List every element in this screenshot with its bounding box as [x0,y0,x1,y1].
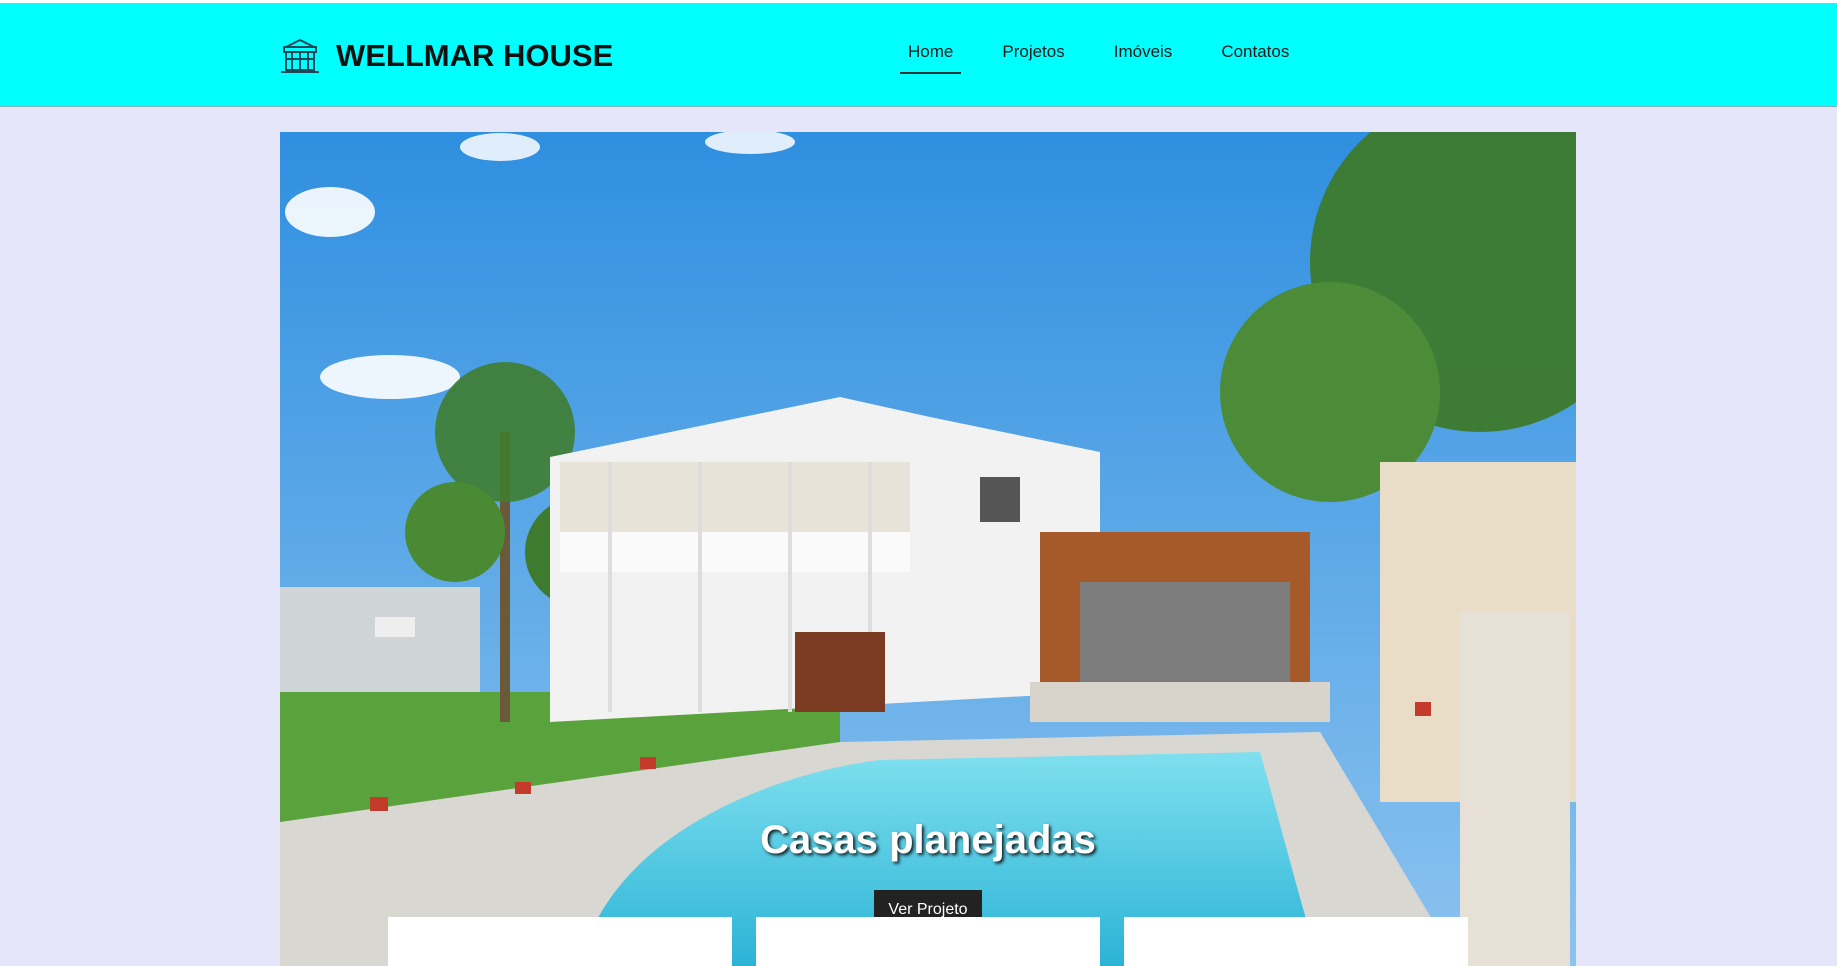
feature-card[interactable] [1124,917,1468,966]
brand-name: WELLMAR HOUSE [336,38,614,73]
nav-contatos[interactable]: Contatos [1213,38,1297,74]
hero-banner: Casas planejadas Ver Projeto [280,132,1576,966]
nav-projetos[interactable]: Projetos [994,38,1072,74]
logo[interactable]: WELLMAR HOUSE [280,37,613,75]
hero-title: Casas planejadas [760,818,1096,862]
main-nav: Home Projetos Imóveis Contatos [900,38,1297,74]
nav-home[interactable]: Home [900,38,962,74]
feature-card[interactable] [756,917,1100,966]
nav-imoveis[interactable]: Imóveis [1106,38,1181,74]
site-header: WELLMAR HOUSE Home Projetos Imóveis Cont… [0,3,1837,107]
feature-card[interactable] [388,917,732,966]
house-icon [281,38,319,73]
